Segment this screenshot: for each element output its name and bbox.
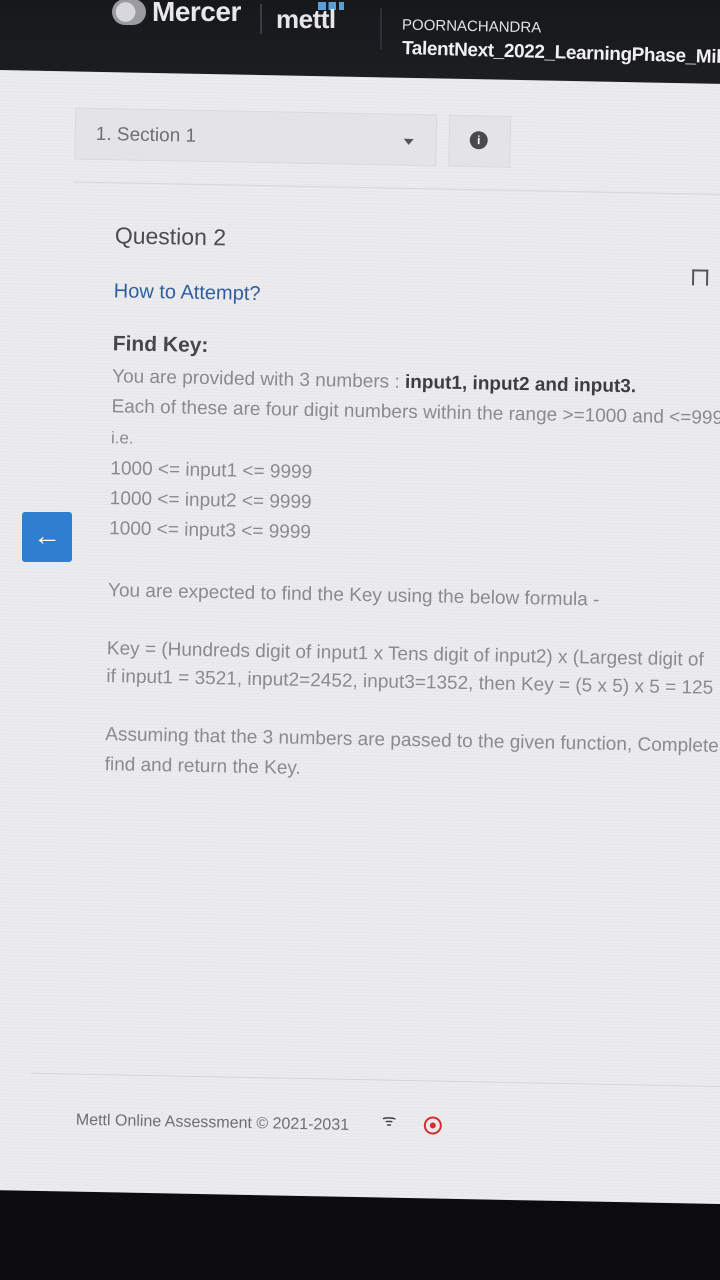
- assumption-line-2: find and return the Key.: [104, 754, 301, 779]
- question-line-3: i.e.: [110, 428, 134, 448]
- logo-divider: [260, 4, 262, 34]
- mercer-logo: Mercer: [112, 0, 241, 28]
- info-button[interactable]: i: [448, 114, 512, 168]
- question-line-2: Each of these are four digit numbers wit…: [111, 396, 720, 430]
- range-input2: 1000 <= input2 <= 9999: [109, 488, 312, 514]
- range-input3: 1000 <= input3 <= 9999: [109, 518, 312, 544]
- mercer-logo-text: Mercer: [152, 0, 241, 27]
- chevron-down-icon: [403, 138, 414, 145]
- how-to-attempt-link[interactable]: How to Attempt?: [114, 280, 261, 306]
- range-input1: 1000 <= input1 <= 9999: [110, 458, 313, 484]
- back-button[interactable]: ←: [22, 512, 72, 562]
- candidate-name: POORNACHANDRA: [401, 16, 542, 37]
- mercer-mark-icon: [112, 0, 146, 25]
- question-title: Question 2: [114, 222, 227, 251]
- info-icon: i: [469, 131, 488, 150]
- question-line-1: You are provided with 3 numbers : input1…: [112, 366, 636, 398]
- section-dropdown[interactable]: 1. Section 1: [74, 107, 438, 167]
- question-heading: Find Key:: [112, 332, 209, 358]
- line1-inputs: input1, input2 and input3.: [404, 371, 637, 398]
- divider: [73, 181, 720, 196]
- test-name: TalentNext_2022_LearningPhase_Mile1_: [401, 38, 720, 69]
- record-icon: [423, 1116, 442, 1135]
- mettl-logo: mettl: [276, 4, 336, 34]
- header-divider: [380, 8, 382, 50]
- section-dropdown-value: 1. Section 1: [95, 123, 197, 147]
- line1-prefix: You are provided with 3 numbers :: [111, 366, 406, 393]
- assumption-line-1: Assuming that the 3 numbers are passed t…: [105, 724, 719, 757]
- footer-copyright: Mettl Online Assessment © 2021-2031: [75, 1111, 350, 1134]
- footer-divider: [30, 1072, 720, 1088]
- example-text: if input1 = 3521, input2=2452, input3=13…: [106, 666, 714, 699]
- arrow-left-icon: ←: [33, 520, 61, 551]
- formula-text: Key = (Hundreds digit of input1 x Tens d…: [106, 638, 704, 671]
- expected-text: You are expected to find the Key using t…: [107, 580, 600, 611]
- wifi-icon: ᯤ: [381, 1112, 397, 1130]
- bookmark-icon[interactable]: [691, 269, 709, 286]
- question-panel: 1. Section 1 i Question 2 How to Attempt…: [0, 70, 720, 1205]
